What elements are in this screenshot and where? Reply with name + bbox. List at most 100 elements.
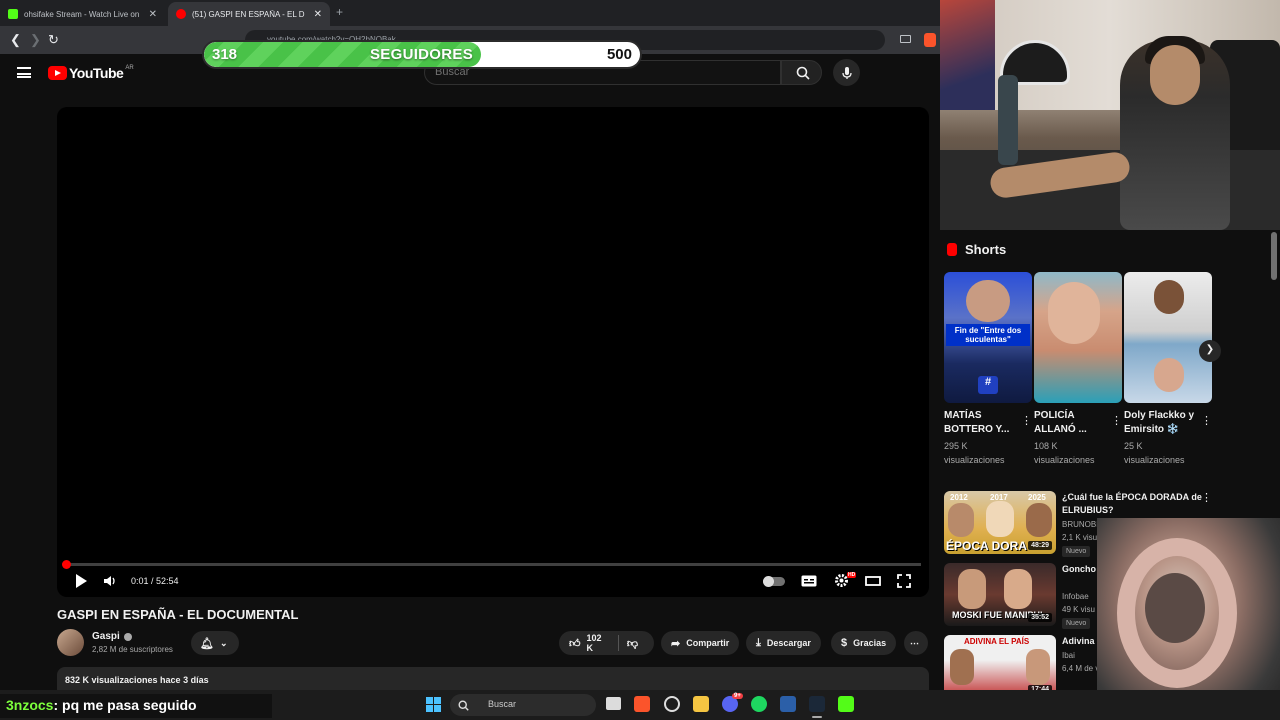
new-badge: Nuevo bbox=[1062, 618, 1091, 629]
follower-goal-current: 318 bbox=[212, 46, 238, 63]
app-icon[interactable] bbox=[780, 696, 796, 712]
thumb-face bbox=[1004, 569, 1032, 609]
tab-label: ohsifake Stream - Watch Live on bbox=[24, 9, 140, 19]
cast-icon[interactable] bbox=[900, 35, 911, 43]
thumb-text: ADIVINA EL PAÍS bbox=[964, 637, 1030, 646]
kick-icon[interactable] bbox=[838, 696, 854, 712]
short-face bbox=[1048, 282, 1100, 344]
thumb-text: ÉPOCA DORA bbox=[946, 539, 1027, 553]
channel-avatar[interactable] bbox=[57, 629, 84, 656]
more-vert-icon[interactable]: ⋮ bbox=[1111, 414, 1122, 427]
thumb-face bbox=[950, 649, 974, 685]
shorts-title: Shorts bbox=[965, 242, 1007, 257]
download-icon: ⤓ bbox=[756, 636, 761, 649]
volume-icon[interactable] bbox=[103, 575, 117, 587]
steam-icon[interactable] bbox=[809, 696, 825, 712]
short-card[interactable]: POLICÍA ALLANÓ ... 108 K visualizaciones… bbox=[1034, 272, 1122, 467]
progress-bar[interactable] bbox=[65, 563, 921, 566]
search-icon bbox=[796, 66, 810, 80]
voice-search-button[interactable] bbox=[833, 59, 860, 86]
more-actions-button[interactable]: ⋯ bbox=[904, 631, 928, 655]
short-caption: Fin de "Entre dos suculentas" bbox=[946, 324, 1030, 346]
close-icon[interactable]: ✕ bbox=[149, 9, 157, 20]
chat-message-overlay: 3nzocs: pq me pasa seguido bbox=[0, 694, 272, 718]
webcam-head bbox=[1150, 45, 1200, 105]
recommendation-thumbnail[interactable]: 2012 2017 2025 ÉPOCA DORA 48:29 bbox=[944, 491, 1056, 554]
thumb-face bbox=[986, 501, 1014, 537]
overlay-inner-shape bbox=[1145, 573, 1205, 643]
obs-icon[interactable] bbox=[664, 696, 680, 712]
views-and-date: 832 K visualizaciones hace 3 días bbox=[65, 675, 209, 685]
recommendation-channel[interactable]: BRUNOBK bbox=[1062, 520, 1102, 529]
like-count[interactable]: 102 K bbox=[587, 633, 610, 653]
thumb-face bbox=[1026, 649, 1050, 685]
more-vert-icon[interactable]: ⋮ bbox=[1201, 491, 1212, 504]
spotify-icon[interactable] bbox=[751, 696, 767, 712]
recommendation-thumbnail[interactable]: MOSKI FUE MANIPUL 35:52 bbox=[944, 563, 1056, 626]
task-view-icon[interactable] bbox=[606, 697, 621, 710]
shorts-heading: Shorts bbox=[947, 242, 1006, 257]
short-title[interactable]: POLICÍA ALLANÓ ... bbox=[1034, 409, 1108, 437]
short-face bbox=[1154, 280, 1184, 314]
menu-icon[interactable] bbox=[17, 67, 31, 78]
recommendation-thumbnail[interactable]: ADIVINA EL PAÍS 17:44 bbox=[944, 635, 1056, 698]
tab-kick-stream[interactable]: ohsifake Stream - Watch Live on ✕ bbox=[0, 2, 165, 26]
more-icon: ⋯ bbox=[910, 637, 919, 648]
recommendation-channel[interactable]: Ibai bbox=[1062, 651, 1075, 660]
webcam-bottle bbox=[998, 75, 1018, 165]
channel-name-row[interactable]: Gaspi bbox=[92, 631, 132, 642]
recommendation-channel[interactable]: Infobae bbox=[1062, 592, 1089, 601]
back-icon[interactable]: ❮ bbox=[10, 32, 21, 48]
more-vert-icon[interactable]: ⋮ bbox=[1021, 414, 1032, 427]
share-button[interactable]: ➦ Compartir bbox=[661, 631, 740, 655]
search-button[interactable] bbox=[781, 60, 822, 85]
scrollbar[interactable] bbox=[1271, 232, 1277, 280]
short-thumbnail[interactable] bbox=[1034, 272, 1122, 403]
short-thumbnail[interactable]: Fin de "Entre dos suculentas" # bbox=[944, 272, 1032, 403]
youtube-wordmark: YouTube bbox=[69, 65, 124, 81]
short-views: 25 K visualizaciones bbox=[1124, 441, 1185, 465]
more-vert-icon[interactable]: ⋮ bbox=[1201, 414, 1212, 427]
brave-shield-icon[interactable] bbox=[924, 33, 936, 47]
short-thumbnail[interactable] bbox=[1124, 272, 1212, 403]
duration-badge: 48:29 bbox=[1028, 541, 1052, 550]
short-title[interactable]: Doly Flackko y Emirsito ❄️ bbox=[1124, 409, 1198, 437]
brave-browser-icon[interactable] bbox=[634, 696, 650, 712]
duration-badge: 35:52 bbox=[1028, 613, 1052, 622]
reload-icon[interactable]: ↻ bbox=[48, 32, 59, 48]
tab-youtube[interactable]: (51) GASPI EN ESPAÑA - EL D ✕ bbox=[168, 2, 330, 26]
play-icon[interactable] bbox=[74, 573, 88, 589]
microphone-icon bbox=[842, 67, 852, 79]
hd-badge: HD bbox=[847, 572, 857, 578]
chat-username: 3nzocs bbox=[6, 697, 54, 713]
thanks-button[interactable]: $ Gracias bbox=[831, 631, 897, 655]
notifications-button[interactable]: 🔔︎ ⌄ bbox=[191, 631, 239, 655]
new-tab-icon[interactable]: + bbox=[336, 5, 343, 19]
webcam-poster bbox=[940, 0, 995, 110]
channel-name[interactable]: Gaspi bbox=[92, 631, 120, 642]
forward-icon[interactable]: ❯ bbox=[30, 32, 41, 48]
autoplay-toggle[interactable] bbox=[763, 576, 785, 587]
close-icon[interactable]: ✕ bbox=[314, 9, 322, 20]
taskbar-search[interactable]: Buscar bbox=[450, 694, 596, 716]
fullscreen-icon[interactable] bbox=[897, 574, 911, 588]
verified-icon bbox=[123, 632, 132, 641]
thumb-face bbox=[958, 569, 986, 609]
windows-start-icon[interactable] bbox=[426, 697, 441, 712]
youtube-logo[interactable]: YouTube AR bbox=[48, 65, 134, 81]
download-button[interactable]: ⤓ Descargar bbox=[746, 631, 821, 655]
scrubber-handle[interactable] bbox=[62, 560, 71, 569]
video-player[interactable]: 0:01 / 52:54 HD bbox=[57, 107, 929, 597]
like-icon[interactable]: 👍︎ bbox=[569, 637, 581, 650]
shorts-next-button[interactable]: ❯ bbox=[1199, 340, 1221, 362]
subtitles-icon[interactable] bbox=[801, 575, 817, 587]
follower-goal-bar: 318 SEGUIDORES 500 bbox=[202, 40, 642, 69]
streamer-webcam bbox=[940, 0, 1280, 230]
dislike-icon[interactable]: 👎︎ bbox=[627, 637, 638, 650]
short-card[interactable]: Doly Flackko y Emirsito ❄️ 25 K visualiz… bbox=[1124, 272, 1212, 467]
chevron-right-icon: ❯ bbox=[1205, 344, 1215, 355]
file-explorer-icon[interactable] bbox=[693, 696, 709, 712]
theater-mode-icon[interactable] bbox=[865, 576, 881, 586]
short-title[interactable]: MATÍAS BOTTERO Y... bbox=[944, 409, 1018, 437]
short-card[interactable]: Fin de "Entre dos suculentas" # MATÍAS B… bbox=[944, 272, 1032, 467]
